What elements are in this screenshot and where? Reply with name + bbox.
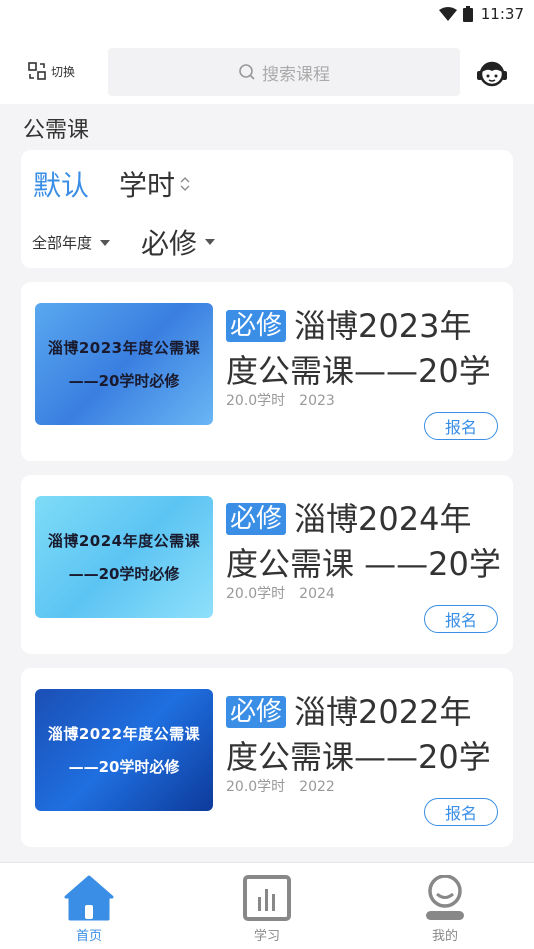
bottom-tab-bar: 首页 学习 我的: [0, 862, 534, 949]
tab-home-label: 首页: [75, 929, 102, 944]
course-title: 必修淄博2023年度公需课——20学时必修: [226, 307, 491, 390]
course-meta: 20.0学时 2022: [226, 776, 335, 796]
course-hours: 20.0学时: [226, 779, 286, 795]
course-card[interactable]: 淄博2023年度公需课 ——20学时必修 必修淄博2023年度公需课——20学时…: [21, 282, 513, 461]
year-filter-dropdown[interactable]: 全部年度: [32, 232, 111, 253]
switch-button[interactable]: 切换: [27, 61, 75, 81]
tab-study[interactable]: 学习: [178, 863, 356, 949]
required-tag: 必修: [226, 310, 287, 342]
course-thumbnail: 淄博2022年度公需课 ——20学时必修: [35, 689, 213, 811]
required-filter-dropdown[interactable]: 必修: [141, 222, 216, 262]
sort-arrows-icon: [179, 174, 191, 194]
required-tag: 必修: [226, 696, 287, 728]
top-bar: 切换 搜索课程: [0, 28, 534, 104]
course-hours: 20.0学时: [226, 586, 286, 602]
course-card[interactable]: 淄博2024年度公需课 ——20学时必修 必修 淄博2024年度公需课 ——20学…: [21, 475, 513, 654]
search-input[interactable]: 搜索课程: [108, 48, 460, 96]
tab-profile-label: 我的: [431, 929, 458, 944]
sort-hours-label: 学时: [119, 169, 176, 202]
course-thumbnail: 淄博2023年度公需课 ——20学时必修: [35, 303, 213, 425]
battery-icon: [462, 6, 473, 22]
course-thumbnail: 淄博2024年度公需课 ——20学时必修: [35, 496, 213, 618]
profile-icon: [426, 875, 464, 920]
course-year: 2023: [299, 393, 335, 409]
enroll-button[interactable]: 报名: [424, 605, 498, 633]
course-title: 必修淄博2024年度公需课 ——20学时必修: [226, 500, 501, 583]
filter-panel: 默认 学时 全部年度 必修: [21, 150, 513, 268]
status-bar: 11:37: [0, 0, 534, 28]
wifi-icon: [438, 7, 457, 21]
study-icon: [243, 875, 291, 921]
switch-icon: [28, 62, 46, 80]
status-time: 11:37: [480, 5, 524, 23]
course-year: 2024: [299, 586, 335, 602]
sort-hours-tab[interactable]: 学时: [119, 164, 191, 204]
tab-home[interactable]: 首页: [0, 863, 178, 949]
chevron-down-icon: [205, 239, 216, 245]
course-meta: 20.0学时 2024: [226, 583, 335, 603]
course-title: 必修淄博2022年度公需课——20学时必修: [226, 693, 491, 776]
customer-service-button[interactable]: [474, 56, 510, 96]
search-placeholder: 搜索课程: [262, 64, 330, 85]
tab-profile[interactable]: 我的: [356, 863, 534, 949]
sort-default-tab[interactable]: 默认: [33, 164, 89, 204]
course-card[interactable]: 淄博2022年度公需课 ——20学时必修 必修淄博2022年度公需课——20学时…: [21, 668, 513, 847]
search-icon: [239, 64, 255, 80]
course-meta: 20.0学时 2023: [226, 390, 335, 410]
section-title: 公需课: [23, 118, 90, 143]
required-filter-label: 必修: [141, 227, 198, 260]
year-filter-label: 全部年度: [32, 234, 93, 252]
switch-label: 切换: [51, 64, 76, 79]
enroll-button[interactable]: 报名: [424, 412, 498, 440]
headset-icon: [477, 61, 507, 87]
required-tag: 必修: [226, 503, 287, 535]
home-icon: [64, 875, 114, 921]
course-hours: 20.0学时: [226, 393, 286, 409]
enroll-button[interactable]: 报名: [424, 798, 498, 826]
tab-study-label: 学习: [253, 929, 280, 944]
chevron-down-icon: [100, 239, 111, 246]
course-year: 2022: [299, 779, 335, 795]
